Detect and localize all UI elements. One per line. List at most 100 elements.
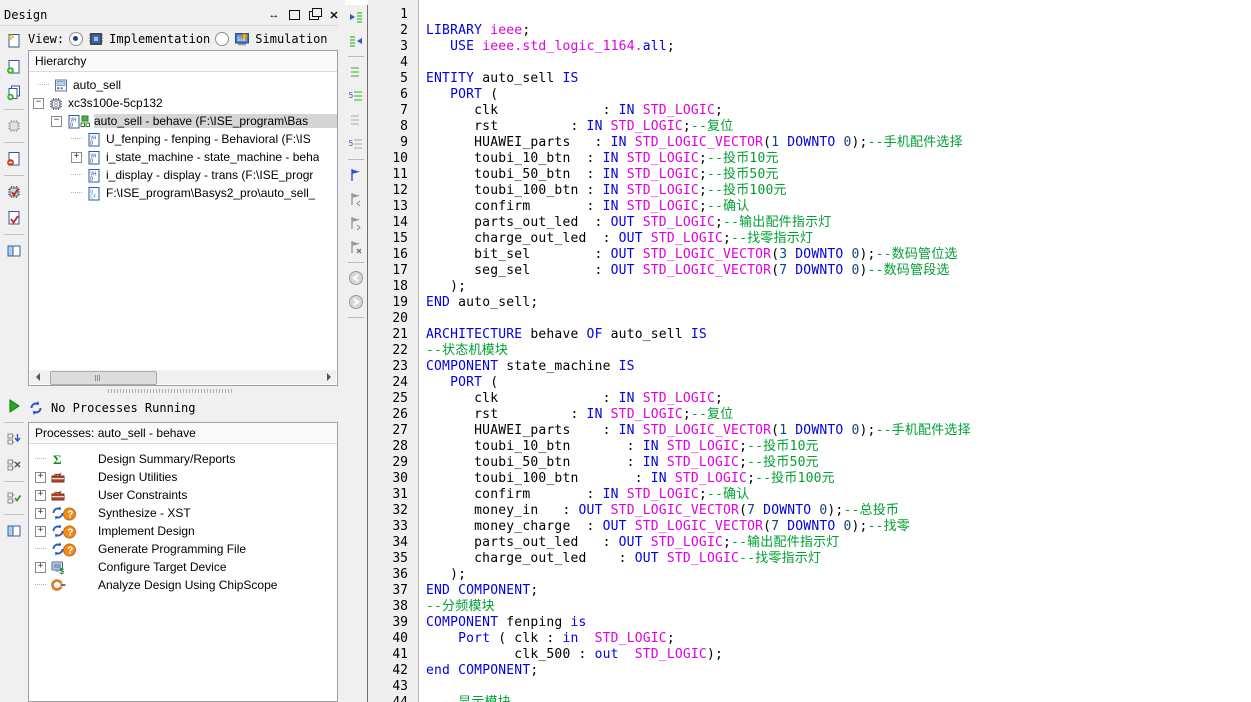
line-number: 8 — [400, 119, 408, 134]
line-number: 23 — [392, 359, 408, 374]
expand-toggle-icon[interactable]: + — [71, 151, 82, 163]
hierarchy-tree-item[interactable]: VH D i_display - display - trans (F:\ISE_p… — [29, 166, 337, 184]
line-number: 43 — [392, 679, 408, 694]
code-line: ARCHITECTURE behave OF auto_sell IS — [426, 327, 707, 342]
chip-check-icon[interactable] — [4, 182, 24, 202]
line-number: 28 — [392, 439, 408, 454]
lines5-green-icon[interactable]: 5 — [347, 87, 365, 105]
expand-toggle-icon[interactable]: + — [35, 561, 46, 573]
chip-gray-icon[interactable] — [4, 116, 24, 136]
tree-item-label: F:\ISE_program\Basys2_pro\auto_sell_ — [106, 186, 316, 200]
code-area[interactable]: LIBRARY ieee; USE ieee.std_logic_1164.al… — [419, 0, 1251, 702]
hierarchy-tree-item[interactable]: − xc3s100e-5cp132 — [29, 94, 337, 112]
line-number: 39 — [392, 615, 408, 630]
code-line: --显示模块 — [426, 695, 1251, 702]
file-check-icon[interactable] — [4, 208, 24, 228]
tree-connector — [35, 548, 46, 550]
implementation-radio[interactable] — [69, 32, 84, 46]
vertical-splitter[interactable] — [338, 5, 345, 702]
line-number: 26 — [392, 407, 408, 422]
expand-toggle-icon[interactable]: + — [35, 525, 46, 537]
process-item[interactable]: +? Implement Design — [29, 522, 337, 540]
code-line: end COMPONENT; — [426, 663, 539, 678]
line-number-gutter: 1 2 3 4 5 6 7 8 9 10 11 12 13 14 15 16 17 18 19 20 21 22 23 24 2… — [368, 0, 419, 702]
hierarchy-tree-item[interactable]: auto_sell — [29, 76, 337, 94]
panel-columns-icon[interactable] — [4, 241, 24, 261]
code-line: PORT ( — [450, 375, 499, 390]
add-source-icon[interactable] — [4, 57, 24, 77]
new-source-icon[interactable] — [4, 31, 24, 51]
tree-item-label: xc3s100e-5cp132 — [68, 96, 163, 110]
panel-columns-icon[interactable] — [4, 521, 24, 541]
lines-gray-icon[interactable] — [347, 111, 365, 129]
line-number: 12 — [392, 183, 408, 198]
line-number: 4 — [400, 55, 408, 70]
rerun-all-icon[interactable] — [4, 488, 24, 508]
hierarchy-tree-item[interactable]: − VH D auto_sell - behave (F:\ISE_program\B… — [29, 112, 337, 130]
bookmark-prev-icon[interactable] — [347, 190, 365, 208]
process-item[interactable]: Analyze Design Using ChipScope — [29, 576, 337, 594]
hierarchy-tree-item[interactable]: VH D U_fenping - fenping - Behavioral (F:\… — [29, 130, 337, 148]
toolbar-separator — [348, 159, 364, 160]
restore-panel-icon[interactable] — [307, 7, 322, 22]
outdent-icon[interactable] — [347, 8, 365, 26]
line-number: 34 — [392, 535, 408, 550]
hierarchy-horizontal-scrollbar[interactable] — [30, 370, 336, 385]
expand-toggle-icon[interactable]: − — [51, 115, 62, 127]
toolbar-separator — [348, 317, 364, 318]
scroll-right-icon[interactable] — [322, 370, 336, 384]
indent-icon[interactable] — [347, 32, 365, 50]
code-line: parts_out_led : OUT STD_LOGIC;--输出配件指示灯 — [426, 215, 832, 230]
code-line: toubi_100_btn : IN STD_LOGIC;--投币100元 — [426, 183, 787, 198]
remove-source-icon[interactable] — [4, 149, 24, 169]
toolbar-separator — [3, 422, 24, 423]
bookmark-clear-icon[interactable] — [347, 238, 365, 256]
code-line: parts_out_led : OUT STD_LOGIC;--输出配件指示灯 — [426, 535, 840, 550]
line-number: 18 — [392, 279, 408, 294]
scroll-left-icon[interactable] — [30, 370, 44, 384]
expand-toggle-icon[interactable]: + — [35, 489, 46, 501]
process-item[interactable]: Σ Design Summary/Reports — [29, 450, 337, 468]
process-item[interactable]: + User Constraints — [29, 486, 337, 504]
toolbar-separator — [3, 142, 24, 143]
left-panels: Design View: Implementation Sim Simulati… — [0, 5, 345, 702]
code-line: rst : IN STD_LOGIC;--复位 — [426, 119, 734, 134]
process-item[interactable]: +? Synthesize - XST — [29, 504, 337, 522]
process-item[interactable]: + Design Utilities — [29, 468, 337, 486]
hierarchy-tree-item[interactable]: + VH D i_state_machine - state_machine - be… — [29, 148, 337, 166]
toolbar-separator — [348, 262, 364, 263]
expand-toggle-icon[interactable]: − — [33, 97, 44, 109]
design-panel-titlebar: Design — [0, 5, 345, 26]
hierarchy-tree-item[interactable]: U CF F:\ISE_program\Basys2_pro\auto_sell_ — [29, 184, 337, 202]
add-copy-source-icon[interactable] — [4, 83, 24, 103]
rerun-process-icon[interactable] — [4, 429, 24, 449]
run-q-icon: ? — [50, 541, 94, 557]
code-line: toubi_10_btn : IN STD_LOGIC;--投币10元 — [426, 151, 779, 166]
abort-process-icon[interactable] — [4, 455, 24, 475]
process-item[interactable]: + $ Configure Target Device — [29, 558, 337, 576]
process-item[interactable]: ? Generate Programming File — [29, 540, 337, 558]
panel-splitter[interactable] — [0, 386, 345, 395]
float-panel-icon[interactable] — [267, 9, 281, 22]
lines5-gray-icon[interactable]: 5 — [347, 135, 365, 153]
line-number: 20 — [392, 311, 408, 326]
maximize-panel-icon[interactable] — [287, 9, 301, 22]
expand-toggle-icon[interactable]: + — [35, 507, 46, 519]
code-line: rst : IN STD_LOGIC;--复位 — [426, 407, 734, 422]
expand-toggle-icon[interactable]: + — [35, 471, 46, 483]
line-number: 17 — [392, 263, 408, 278]
code-line: Port ( clk : in STD_LOGIC; — [458, 631, 675, 646]
simulation-radio[interactable] — [215, 32, 230, 46]
bookmark-next-icon[interactable] — [347, 214, 365, 232]
nav-forward-icon[interactable] — [347, 293, 365, 311]
run-process-icon[interactable] — [4, 396, 24, 416]
line-number: 44 — [368, 695, 418, 702]
lines-green-icon[interactable] — [347, 63, 365, 81]
scrollbar-track[interactable] — [44, 370, 322, 385]
bookmark-icon[interactable] — [347, 166, 365, 184]
nav-back-icon[interactable] — [347, 269, 365, 287]
processes-header: Processes: auto_sell - behave — [29, 423, 337, 444]
scrollbar-thumb[interactable] — [50, 371, 157, 385]
